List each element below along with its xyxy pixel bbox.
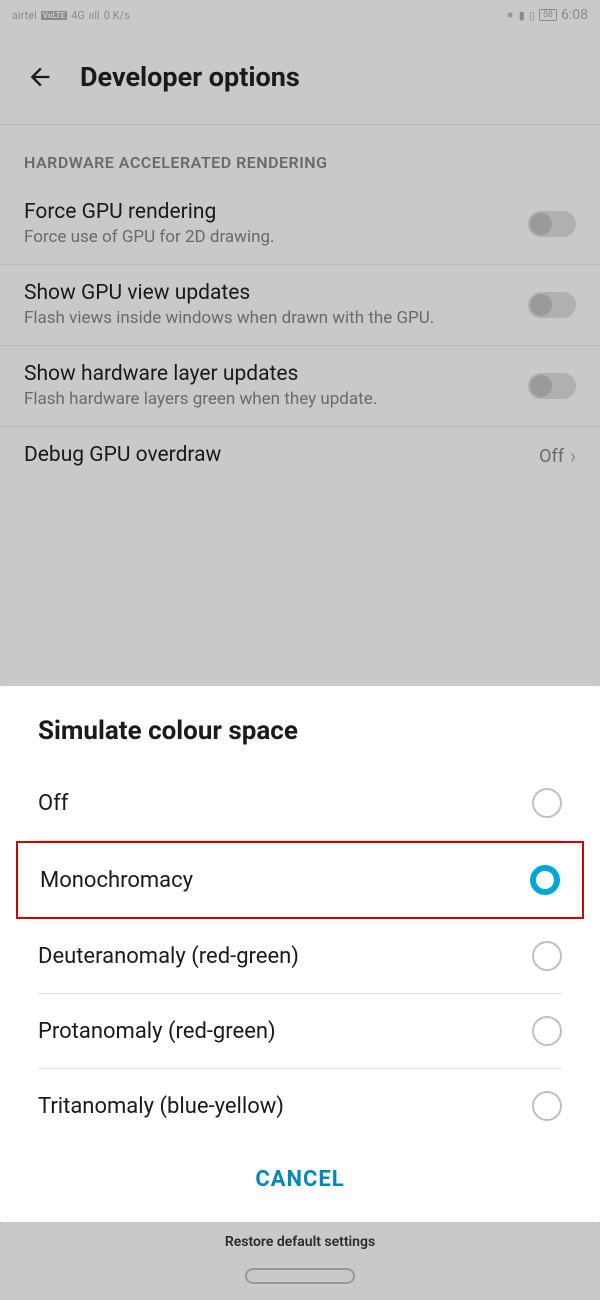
vibrate-icon: ▯ <box>529 9 535 22</box>
radio-tritanomaly[interactable] <box>532 1091 562 1121</box>
setting-title: Show hardware layer updates <box>24 362 512 386</box>
home-indicator[interactable] <box>245 1268 355 1284</box>
app-header: Developer options <box>0 30 600 125</box>
option-off[interactable]: Off <box>38 766 562 841</box>
radio-protanomaly[interactable] <box>532 1016 562 1046</box>
speed-label: 0 K/s <box>104 9 130 22</box>
option-label: Protanomaly (red-green) <box>38 1019 276 1044</box>
option-label: Deuteranomaly (red-green) <box>38 944 299 969</box>
setting-subtitle: Flash hardware layers green when they up… <box>24 388 512 410</box>
dialog-title: Simulate colour space <box>0 686 600 766</box>
setting-hw-layer-updates[interactable]: Show hardware layer updates Flash hardwa… <box>0 346 600 427</box>
back-button[interactable] <box>24 61 56 93</box>
radio-deuteranomaly[interactable] <box>532 941 562 971</box>
setting-gpu-view-updates[interactable]: Show GPU view updates Flash views inside… <box>0 265 600 346</box>
option-tritanomaly[interactable]: Tritanomaly (blue-yellow) <box>38 1069 562 1143</box>
radio-monochromacy[interactable] <box>530 865 560 895</box>
setting-title: Force GPU rendering <box>24 200 512 224</box>
carrier-label: airtel <box>12 9 37 22</box>
setting-subtitle: Flash views inside windows when drawn wi… <box>24 307 512 329</box>
status-bar: airtel VoLTE 4G ııll 0 K/s ⁕ ▮ ▯ 58 6:08 <box>0 0 600 30</box>
setting-title: Show GPU view updates <box>24 281 512 305</box>
battery-icon: ▮ <box>519 9 525 22</box>
section-header: HARDWARE ACCELERATED RENDERING <box>0 125 600 184</box>
signal-label: 4G <box>71 9 85 22</box>
option-label: Monochromacy <box>40 868 193 893</box>
chevron-right-icon: › <box>570 444 576 468</box>
volte-badge: VoLTE <box>41 11 67 20</box>
option-protanomaly[interactable]: Protanomaly (red-green) <box>38 994 562 1069</box>
signal-bars-icon: ııll <box>89 9 100 22</box>
color-space-dialog: Simulate colour space Off Monochromacy D… <box>0 686 600 1222</box>
highlighted-option: Monochromacy <box>16 841 584 919</box>
option-monochromacy[interactable]: Monochromacy <box>40 843 560 917</box>
setting-gpu-overdraw[interactable]: Debug GPU overdraw Off › <box>0 427 600 485</box>
cancel-button[interactable]: CANCEL <box>255 1167 344 1192</box>
clock: 6:08 <box>561 7 588 23</box>
arrow-left-icon <box>26 63 54 91</box>
option-label: Off <box>38 791 68 816</box>
toggle-gpu-view-updates[interactable] <box>528 292 576 318</box>
setting-force-gpu[interactable]: Force GPU rendering Force use of GPU for… <box>0 184 600 265</box>
radio-off[interactable] <box>532 788 562 818</box>
page-title: Developer options <box>80 61 300 93</box>
setting-title: Debug GPU overdraw <box>24 443 523 467</box>
setting-value: Off <box>539 446 564 467</box>
option-label: Tritanomaly (blue-yellow) <box>38 1094 284 1119</box>
bluetooth-icon: ⁕ <box>506 9 515 22</box>
option-deuteranomaly[interactable]: Deuteranomaly (red-green) <box>38 919 562 994</box>
setting-subtitle: Force use of GPU for 2D drawing. <box>24 226 512 248</box>
toggle-force-gpu[interactable] <box>528 211 576 237</box>
restore-default-button[interactable]: Restore default settings <box>0 1234 600 1250</box>
battery-level: 58 <box>539 9 557 21</box>
restore-bar: Restore default settings <box>0 1222 600 1300</box>
toggle-hw-layer-updates[interactable] <box>528 373 576 399</box>
